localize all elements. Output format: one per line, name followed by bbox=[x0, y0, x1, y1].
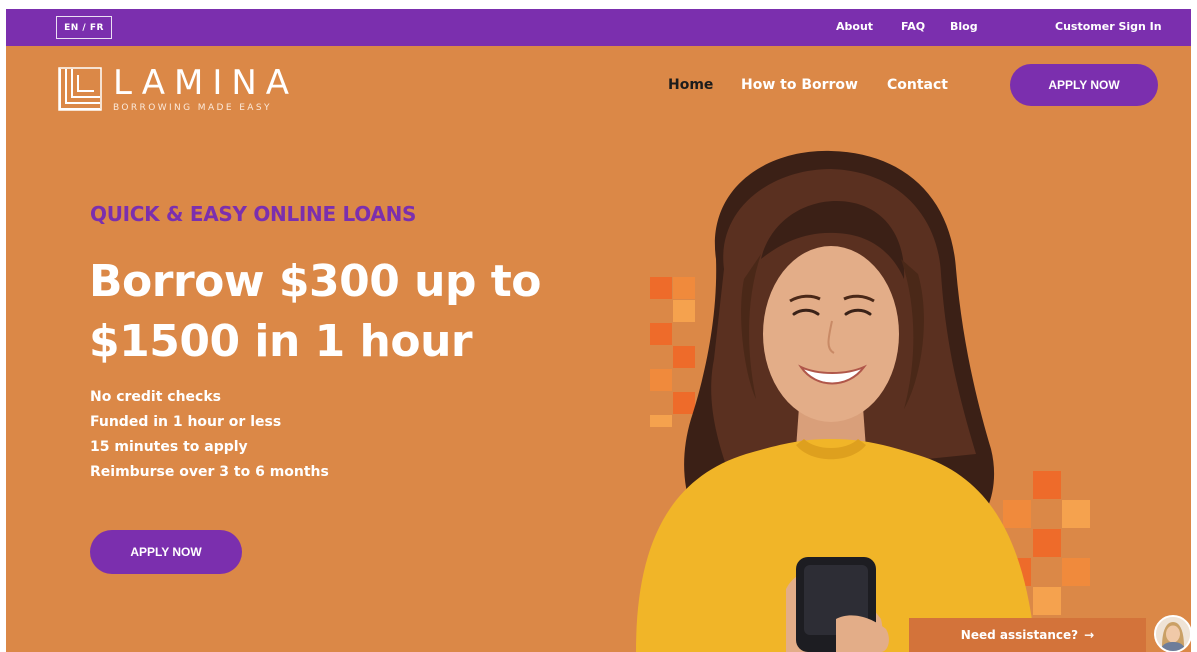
faq-link[interactable]: FAQ bbox=[901, 20, 925, 33]
stacked-l-logo-icon bbox=[58, 67, 102, 111]
nav-contact[interactable]: Contact bbox=[887, 77, 948, 93]
avatar-icon bbox=[1156, 617, 1190, 651]
utility-bar: EN / FR About FAQ Blog Customer Sign In bbox=[6, 9, 1191, 46]
brand-logo[interactable]: LAMINA BORROWING MADE EASY bbox=[58, 63, 328, 117]
brand-name: LAMINA bbox=[113, 63, 299, 103]
customer-sign-in-link[interactable]: Customer Sign In bbox=[1055, 20, 1162, 33]
arrow-right-icon: → bbox=[1084, 628, 1095, 642]
hero-woman-photo bbox=[636, 150, 1036, 652]
blog-link[interactable]: Blog bbox=[950, 20, 978, 33]
feature-item: Funded in 1 hour or less bbox=[90, 414, 282, 430]
apply-now-header-button[interactable]: APPLY NOW bbox=[1010, 64, 1158, 106]
support-agent-avatar[interactable] bbox=[1154, 615, 1191, 652]
language-toggle[interactable]: EN / FR bbox=[56, 16, 112, 39]
hero-eyebrow: QUICK & EASY ONLINE LOANS bbox=[90, 202, 417, 226]
apply-now-hero-button[interactable]: APPLY NOW bbox=[90, 530, 242, 574]
landing-page: EN / FR About FAQ Blog Customer Sign In … bbox=[6, 9, 1191, 652]
page: EN / FR About FAQ Blog Customer Sign In … bbox=[0, 0, 1197, 652]
need-assistance-label: Need assistance? bbox=[960, 628, 1079, 642]
hero-headline: Borrow $300 up to $1500 in 1 hour bbox=[89, 256, 542, 367]
feature-item: 15 minutes to apply bbox=[90, 439, 248, 455]
need-assistance-button[interactable]: Need assistance? → bbox=[909, 618, 1146, 652]
nav-home[interactable]: Home bbox=[668, 77, 713, 93]
feature-list: No credit checks Funded in 1 hour or les… bbox=[90, 385, 329, 485]
feature-item: Reimburse over 3 to 6 months bbox=[90, 464, 329, 480]
brand-tagline: BORROWING MADE EASY bbox=[113, 103, 272, 113]
about-link[interactable]: About bbox=[836, 20, 873, 33]
nav-how-to-borrow[interactable]: How to Borrow bbox=[741, 77, 858, 93]
feature-item: No credit checks bbox=[90, 389, 221, 405]
